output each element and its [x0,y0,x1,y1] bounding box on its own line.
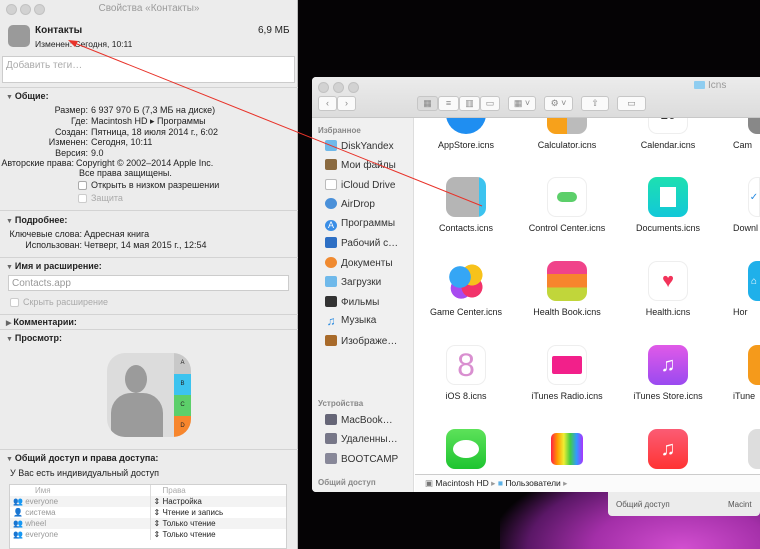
annotation-arrow [68,40,483,207]
